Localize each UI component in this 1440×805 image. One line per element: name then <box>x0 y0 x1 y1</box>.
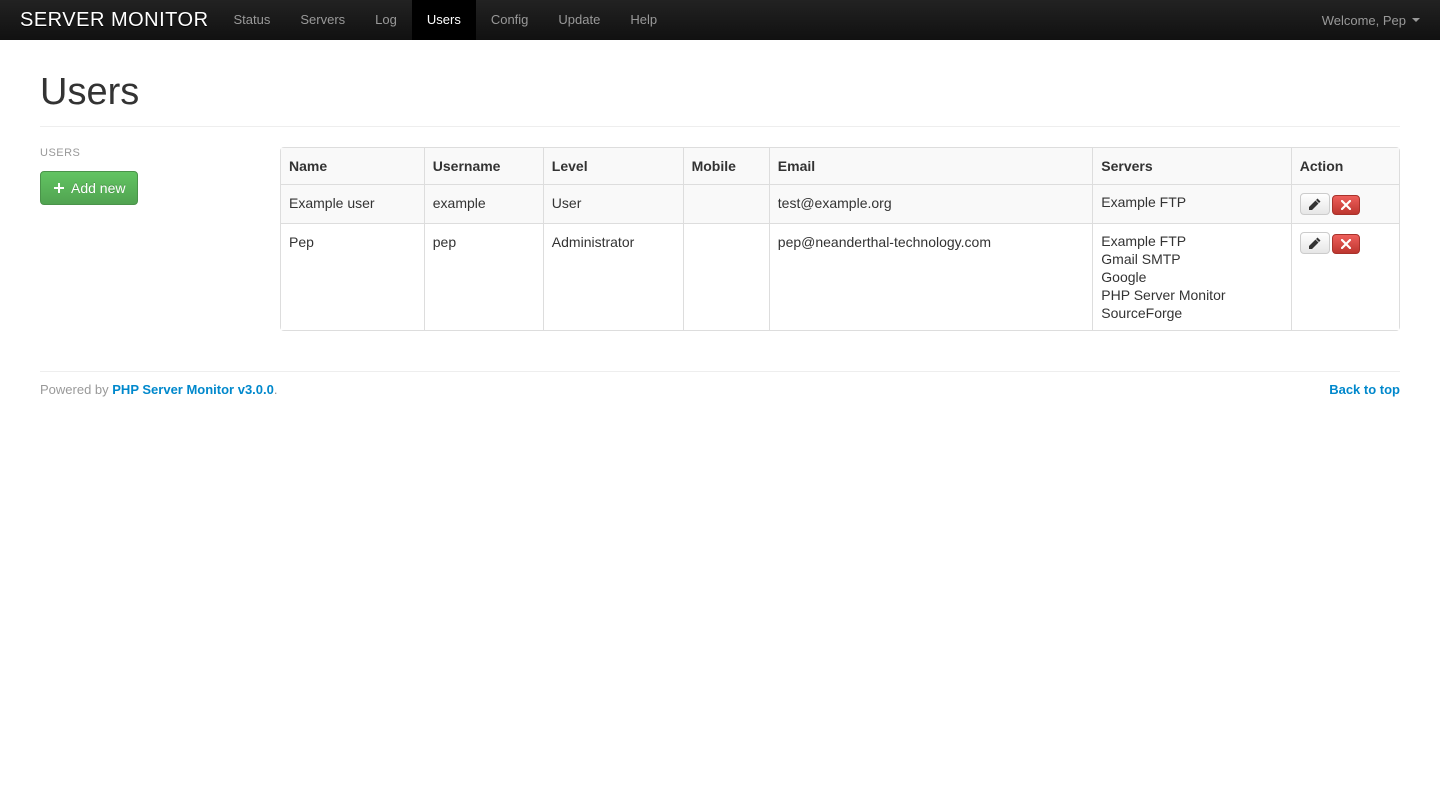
nav-item-log[interactable]: Log <box>360 0 412 40</box>
cell-name: Example user <box>281 184 424 223</box>
page-title: Users <box>40 70 1400 116</box>
server-item: SourceForge <box>1101 304 1282 322</box>
add-new-button[interactable]: Add new <box>40 171 138 205</box>
nav-user-menu[interactable]: Welcome, Pep <box>1322 13 1420 28</box>
add-new-label: Add new <box>71 178 125 198</box>
table-row: Example userexampleUser test@example.org E… <box>281 184 1399 223</box>
col-username: Username <box>424 148 543 184</box>
welcome-text: Welcome, Pep <box>1322 13 1406 28</box>
cell-level: Administrator <box>543 223 683 330</box>
users-table: NameUsernameLevelMobileEmailServersActio… <box>280 147 1400 331</box>
cell-action <box>1291 223 1399 330</box>
powered-by: Powered by PHP Server Monitor v3.0.0. <box>40 382 278 397</box>
edit-button[interactable] <box>1300 193 1330 215</box>
cell-mobile <box>683 223 769 330</box>
powered-link[interactable]: PHP Server Monitor v3.0.0 <box>112 382 274 397</box>
nav-item-update[interactable]: Update <box>543 0 615 40</box>
cell-level: User <box>543 184 683 223</box>
footer: Powered by PHP Server Monitor v3.0.0. Ba… <box>40 371 1400 427</box>
nav-item-status[interactable]: Status <box>219 0 286 40</box>
cell-username: pep <box>424 223 543 330</box>
nav-item-servers[interactable]: Servers <box>285 0 360 40</box>
navbar: SERVER MONITOR StatusServersLogUsersConf… <box>0 0 1440 40</box>
nav-item-config[interactable]: Config <box>476 0 544 40</box>
nav-main: StatusServersLogUsersConfigUpdateHelp <box>219 0 673 40</box>
col-action: Action <box>1291 148 1399 184</box>
server-item: PHP Server Monitor <box>1101 286 1282 304</box>
nav-item-users[interactable]: Users <box>412 0 476 40</box>
cell-username: example <box>424 184 543 223</box>
pencil-icon <box>1309 237 1321 249</box>
pencil-icon <box>1309 198 1321 210</box>
table-row: PeppepAdministrator pep@neanderthal-techn… <box>281 223 1399 330</box>
server-item: Example FTP <box>1101 193 1282 211</box>
cell-servers: Example FTPGmail SMTPGooglePHP Server Mo… <box>1092 223 1290 330</box>
col-name: Name <box>281 148 424 184</box>
cell-name: Pep <box>281 223 424 330</box>
table-header-row: NameUsernameLevelMobileEmailServersActio… <box>281 148 1399 184</box>
delete-button[interactable] <box>1332 234 1360 254</box>
cell-email: test@example.org <box>769 184 1093 223</box>
page-header: Users <box>40 40 1400 127</box>
main-content: NameUsernameLevelMobileEmailServersActio… <box>280 147 1400 331</box>
nav-item-help[interactable]: Help <box>615 0 672 40</box>
col-mobile: Mobile <box>683 148 769 184</box>
table-body: Example userexampleUsertest@example.orgE… <box>281 184 1399 330</box>
edit-button[interactable] <box>1300 232 1330 254</box>
col-level: Level <box>543 148 683 184</box>
plus-icon <box>53 182 65 194</box>
server-item: Google <box>1101 268 1282 286</box>
brand[interactable]: SERVER MONITOR <box>20 9 209 32</box>
server-item: Example FTP <box>1101 232 1282 250</box>
col-email: Email <box>769 148 1093 184</box>
sidebar-header: USERS <box>40 147 260 159</box>
chevron-down-icon <box>1412 18 1420 22</box>
cell-action <box>1291 184 1399 223</box>
delete-button[interactable] <box>1332 195 1360 215</box>
sidebar: USERS Add new <box>40 147 260 331</box>
cell-servers: Example FTP <box>1092 184 1290 223</box>
back-to-top-link[interactable]: Back to top <box>1329 382 1400 397</box>
close-icon <box>1341 200 1351 210</box>
cell-mobile <box>683 184 769 223</box>
close-icon <box>1341 239 1351 249</box>
col-servers: Servers <box>1092 148 1290 184</box>
server-item: Gmail SMTP <box>1101 250 1282 268</box>
cell-email: pep@neanderthal-technology.com <box>769 223 1093 330</box>
